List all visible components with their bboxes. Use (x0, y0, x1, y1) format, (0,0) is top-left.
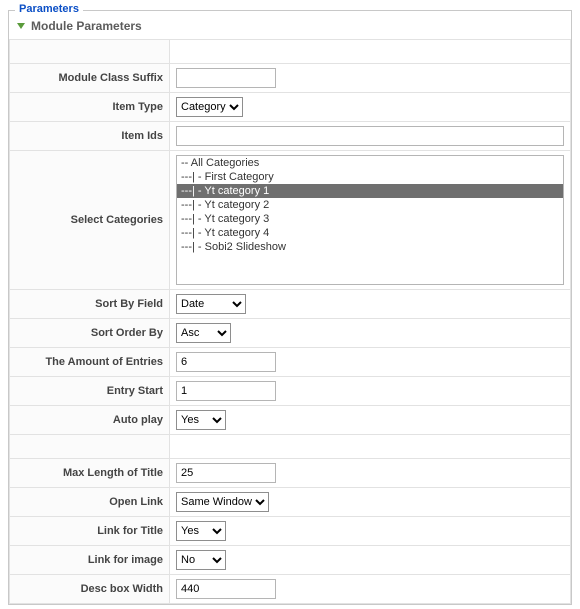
label-entry-start: Entry Start (10, 377, 170, 406)
item-type-select[interactable]: Category (176, 97, 243, 117)
select-categories-listbox[interactable]: -- All Categories---| - First Category--… (176, 155, 564, 285)
pane-toggle[interactable]: Module Parameters (9, 11, 571, 39)
item-ids-input[interactable] (176, 126, 564, 146)
label-desc-box-width: Desc box Width (10, 575, 170, 604)
chevron-down-icon (17, 23, 25, 29)
link-for-image-select[interactable]: No (176, 550, 226, 570)
category-option[interactable]: ---| - Yt category 4 (177, 226, 563, 240)
label-link-for-image: Link for image (10, 546, 170, 575)
fieldset-legend: Parameters (15, 3, 83, 15)
amount-entries-input[interactable] (176, 352, 276, 372)
label-sort-by-field: Sort By Field (10, 290, 170, 319)
category-option[interactable]: ---| - Sobi2 Slideshow (177, 240, 563, 254)
sort-by-field-select[interactable]: Date (176, 294, 246, 314)
label-sort-order-by: Sort Order By (10, 319, 170, 348)
label-link-for-title: Link for Title (10, 517, 170, 546)
label-item-type: Item Type (10, 93, 170, 122)
params-table: General Settings Module Class Suffix Ite… (9, 39, 571, 604)
label-select-categories: Select Categories (10, 151, 170, 290)
category-option[interactable]: ---| - First Category (177, 170, 563, 184)
category-option[interactable]: ---| - Yt category 2 (177, 198, 563, 212)
label-module-class-suffix: Module Class Suffix (10, 64, 170, 93)
desc-box-width-input[interactable] (176, 579, 276, 599)
section-general: General Settings (170, 40, 571, 64)
sort-order-by-select[interactable]: Asc (176, 323, 231, 343)
auto-play-select[interactable]: Yes (176, 410, 226, 430)
label-item-ids: Item Ids (10, 122, 170, 151)
label-max-length-title: Max Length of Title (10, 459, 170, 488)
category-option[interactable]: -- All Categories (177, 156, 563, 170)
link-for-title-select[interactable]: Yes (176, 521, 226, 541)
open-link-select[interactable]: Same Window (176, 492, 269, 512)
section-title-link: Title Options and Link Options (170, 435, 571, 459)
label-amount-entries: The Amount of Entries (10, 348, 170, 377)
category-option[interactable]: ---| - Yt category 3 (177, 212, 563, 226)
module-class-suffix-input[interactable] (176, 68, 276, 88)
pane-title: Module Parameters (31, 19, 142, 33)
max-length-title-input[interactable] (176, 463, 276, 483)
label-open-link: Open Link (10, 488, 170, 517)
category-option[interactable]: ---| - Yt category 1 (177, 184, 563, 198)
label-auto-play: Auto play (10, 406, 170, 435)
entry-start-input[interactable] (176, 381, 276, 401)
parameters-fieldset: Parameters Module Parameters General Set… (8, 10, 572, 605)
